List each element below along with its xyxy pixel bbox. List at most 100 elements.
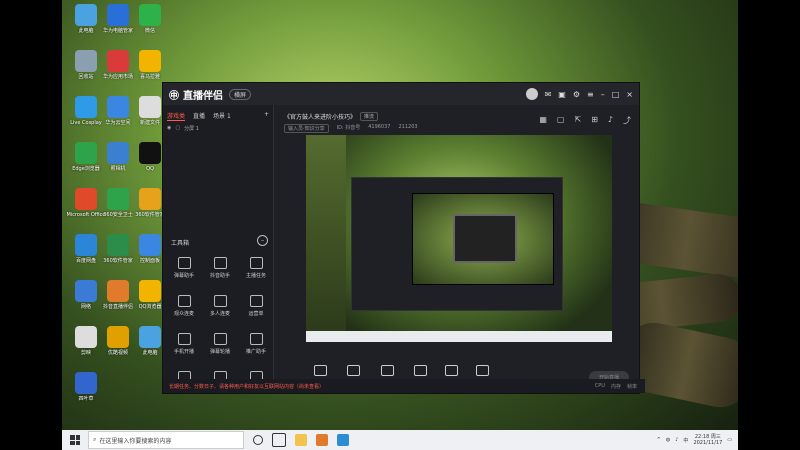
- tool-item[interactable]: 观众连麦: [169, 295, 199, 317]
- desktop-icon-label: 喜马拉雅: [139, 74, 160, 80]
- cortana-icon[interactable]: [253, 435, 263, 445]
- desktop-app-icon: [139, 234, 161, 256]
- nested-window: [351, 177, 563, 311]
- bell-icon[interactable]: ♪: [608, 115, 613, 126]
- tool-item[interactable]: 弹幕轮播: [205, 333, 235, 355]
- task-view-icon[interactable]: [272, 433, 286, 447]
- tool-label: 手机开播: [173, 349, 194, 355]
- grid-icon[interactable]: ⊞: [591, 115, 598, 126]
- tool-icon: [213, 257, 227, 269]
- skin-icon[interactable]: ▣: [558, 90, 566, 99]
- desktop-app-icon: [107, 326, 129, 348]
- tab-scene[interactable]: 场景 1: [213, 111, 231, 121]
- desktop-icon[interactable]: 微信: [130, 4, 170, 34]
- desktop-app-icon: [107, 142, 129, 164]
- desktop-app-icon: [75, 372, 97, 394]
- tool-item[interactable]: 弹幕助手: [169, 257, 199, 279]
- desktop-icons: 此电脑 华为电脑管家 微信 回收站 华为应用市场 喜马拉雅 Live Cosplay 华为云空…: [62, 0, 165, 430]
- search-placeholder: 在这里输入你要搜索的内容: [99, 437, 172, 445]
- bottom-tool-icon: [476, 364, 490, 376]
- collapse-tools-icon[interactable]: –: [257, 235, 268, 246]
- maximize-icon[interactable]: □: [612, 90, 620, 99]
- stream-preview[interactable]: [306, 135, 612, 342]
- tool-icon: [249, 295, 263, 307]
- room-id: ID: 抖音号: [336, 125, 361, 131]
- minimize-icon[interactable]: –: [601, 90, 605, 99]
- like-count: 211203: [398, 124, 418, 130]
- tool-item[interactable]: 运营单: [241, 295, 271, 317]
- desktop-app-icon: [75, 280, 97, 302]
- clock-date: 2021/11/17: [693, 440, 723, 446]
- tool-item[interactable]: 主播任务: [241, 257, 271, 279]
- tool-label: 弹幕轮播: [209, 349, 230, 355]
- eye-icon[interactable]: ◉: [167, 125, 171, 132]
- menu-icon[interactable]: ≡: [587, 90, 594, 99]
- bottom-tool-icon: [380, 364, 394, 376]
- follower-count: 4196037: [368, 124, 391, 130]
- tool-label: 主播任务: [245, 273, 266, 279]
- windows-start-icon[interactable]: [70, 435, 80, 445]
- tab-game[interactable]: 游戏类: [167, 111, 186, 121]
- desktop-app-icon: [139, 326, 161, 348]
- tools-heading: 工具箱: [171, 240, 190, 247]
- tray-up-icon[interactable]: ^: [657, 437, 661, 443]
- scene-item[interactable]: ◉ ▢ 分屏 1: [163, 123, 273, 134]
- category-button[interactable]: 输入员·知识分享: [284, 124, 329, 133]
- desktop-icon-label: 四叶草: [78, 396, 94, 402]
- tool-icon: [177, 333, 191, 345]
- system-tray: ^ ◍ ♪ 中 22:18 周三 2021/11/17 ▭: [657, 434, 738, 446]
- desktop-app-icon: [75, 50, 97, 72]
- desktop-app-icon: [75, 326, 97, 348]
- close-icon[interactable]: ×: [626, 90, 633, 99]
- mode-pill[interactable]: 横屏: [229, 88, 252, 100]
- volume-icon[interactable]: ♪: [675, 437, 678, 443]
- edge-icon[interactable]: [337, 434, 349, 446]
- room-title[interactable]: 《官方鼓人来进阶小技巧》: [284, 112, 356, 121]
- tool-label: 推广助手: [245, 349, 266, 355]
- file-explorer-icon[interactable]: [295, 434, 307, 446]
- lock-icon[interactable]: ▢: [557, 115, 565, 126]
- desktop-app-icon: [139, 142, 161, 164]
- tool-item[interactable]: 手机开播: [169, 333, 199, 355]
- add-scene-icon[interactable]: +: [264, 111, 269, 121]
- preview-taskbar: [306, 331, 612, 342]
- status-metrics: CPU 内存 帧率: [595, 383, 645, 390]
- left-panel: 游戏类 直播 场景 1 + ◉ ▢ 分屏 1 工具箱 – 弹幕助手 抖音助手 主播任…: [163, 105, 274, 393]
- brand: ㊥ 直播伴侣: [169, 87, 223, 102]
- search-icon: ⌕: [93, 436, 97, 443]
- tool-icon: [249, 333, 263, 345]
- tab-live[interactable]: 直播: [193, 111, 205, 121]
- brand-name: 直播伴侣: [183, 90, 223, 102]
- main-area: 《官方鼓人来进阶小技巧》 推流 输入员·知识分享 ID: 抖音号 4196037…: [274, 105, 639, 393]
- desktop-app-icon: [107, 4, 129, 26]
- titlebar: ㊥ 直播伴侣 横屏 ✉ ▣ ⚙ ≡ – □ ×: [163, 83, 639, 105]
- message-icon[interactable]: ✉: [545, 90, 552, 99]
- status-text: 长期任务、分数日子、请各种用户和好友以互联网站内容（尚未查看）: [169, 383, 325, 390]
- nested-preview: [412, 193, 554, 285]
- desktop-app-icon: [107, 280, 129, 302]
- tool-item[interactable]: 抖音助手: [205, 257, 235, 279]
- livestream-app-icon[interactable]: [316, 434, 328, 446]
- network-icon[interactable]: ◍: [666, 437, 670, 443]
- cpu-label: CPU: [594, 382, 605, 389]
- desktop-icon[interactable]: 喜马拉雅: [130, 50, 170, 80]
- avatar[interactable]: [525, 88, 538, 100]
- export-icon[interactable]: ⇱: [574, 115, 581, 126]
- ime-lang[interactable]: 中: [683, 437, 688, 444]
- tool-item[interactable]: 多人连麦: [205, 295, 235, 317]
- taskbar-search-input[interactable]: ⌕ 在这里输入你要搜索的内容: [88, 431, 244, 449]
- settings-icon[interactable]: ⚙: [573, 90, 580, 99]
- notification-icon[interactable]: ▭: [727, 437, 732, 443]
- layout-icon[interactable]: ▦: [539, 115, 547, 126]
- clock[interactable]: 22:18 周三 2021/11/17: [693, 434, 722, 446]
- tool-label: 运营单: [248, 311, 264, 317]
- tool-item[interactable]: 推广助手: [241, 333, 271, 355]
- tool-label: 弹幕助手: [173, 273, 194, 279]
- desktop-app-icon: [139, 50, 161, 72]
- lock-icon[interactable]: ▢: [175, 125, 180, 132]
- share-icon[interactable]: ⤴: [623, 115, 631, 126]
- desktop-app-icon: [107, 96, 129, 118]
- room-tag[interactable]: 推流: [360, 112, 379, 121]
- desktop-icon[interactable]: 四叶草: [66, 372, 106, 402]
- tool-icon: [213, 333, 227, 345]
